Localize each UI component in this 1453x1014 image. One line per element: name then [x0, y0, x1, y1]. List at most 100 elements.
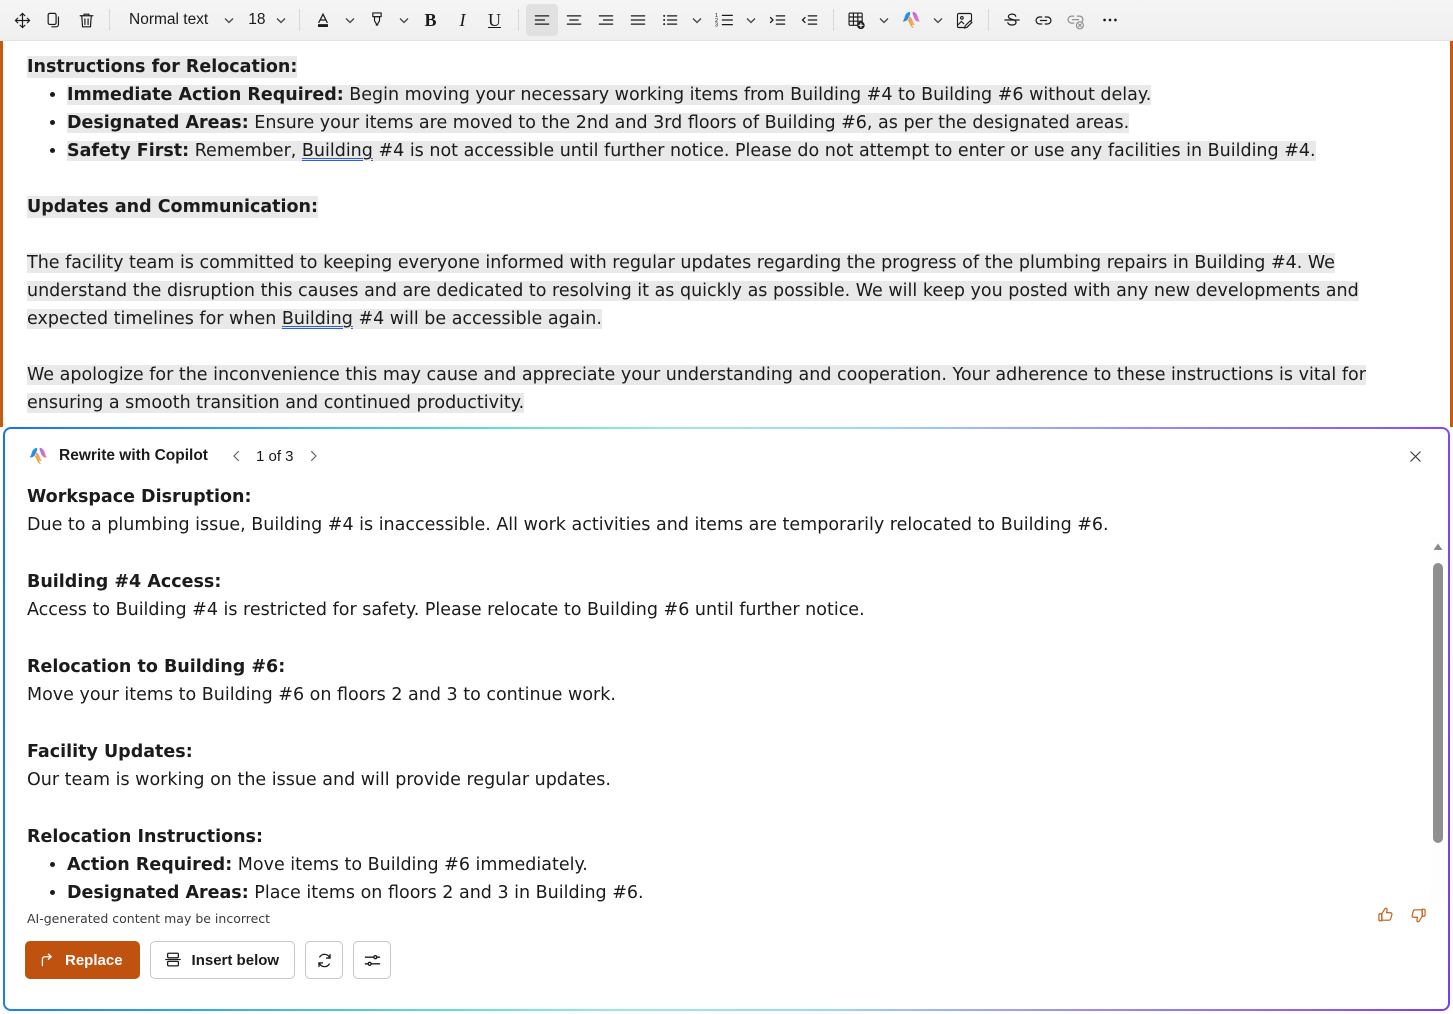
- paragraph-text-a: The facility team is committed to keepin…: [27, 253, 1359, 329]
- spellcheck-word[interactable]: Building: [302, 141, 373, 161]
- paragraph-style-dropdown[interactable]: Normal text: [117, 4, 218, 36]
- chevron-down-icon[interactable]: [686, 4, 708, 36]
- toolbar-divider: [298, 9, 300, 31]
- document-heading-updates: Updates and Communication:: [27, 193, 1426, 221]
- toolbar-divider: [987, 9, 989, 31]
- copilot-scrollbar[interactable]: [1430, 537, 1446, 903]
- document-canvas[interactable]: Instructions for Relocation: Immediate A…: [0, 41, 1453, 427]
- copilot-panel-header: Rewrite with Copilot 1 of 3: [5, 429, 1448, 483]
- insert-below-icon: [164, 951, 182, 969]
- thumbs-up-icon[interactable]: [1376, 905, 1396, 925]
- bullet-text: Move items to Building #6 immediately.: [232, 855, 588, 875]
- more-options-icon[interactable]: [1094, 4, 1126, 36]
- bullet-text: Ensure your items are moved to the 2nd a…: [248, 113, 1130, 133]
- numbered-list-icon[interactable]: 1 2 3: [708, 4, 740, 36]
- decrease-indent-icon[interactable]: [794, 4, 826, 36]
- toolbar-divider: [109, 9, 110, 31]
- chevron-right-icon[interactable]: [300, 443, 326, 469]
- bullet-text: Place items on floors 2 and 3 in Buildin…: [248, 883, 644, 903]
- highlighter-icon[interactable]: [361, 4, 393, 36]
- document-paragraph-apology: We apologize for the inconvenience this …: [27, 361, 1426, 417]
- align-center-icon[interactable]: [558, 4, 590, 36]
- feedback-controls: [1376, 905, 1428, 925]
- paragraph-style-label: Normal text: [129, 11, 209, 28]
- trash-icon[interactable]: [70, 4, 102, 36]
- suggestion-body-text: Due to a plumbing issue, Building #4 is …: [27, 515, 1109, 535]
- copy-icon[interactable]: [38, 4, 70, 36]
- chevron-down-icon[interactable]: [927, 4, 949, 36]
- copilot-panel-title: Rewrite with Copilot: [59, 447, 208, 464]
- suggestion-body-text: Move your items to Building #6 on floors…: [27, 685, 616, 705]
- close-icon[interactable]: [1400, 441, 1430, 471]
- align-right-icon[interactable]: [590, 4, 622, 36]
- insert-picture-icon[interactable]: [949, 4, 981, 36]
- underline-button[interactable]: U: [479, 4, 511, 36]
- list-item: Immediate Action Required: Begin moving …: [67, 81, 1426, 109]
- font-size-dropdown[interactable]: 18: [240, 4, 269, 36]
- remove-link-icon[interactable]: [1060, 4, 1092, 36]
- list-item: Safety First: Remember, Building #4 is n…: [67, 137, 1426, 165]
- underline-label: U: [488, 9, 501, 30]
- scrollbar-thumb[interactable]: [1433, 563, 1443, 843]
- chevron-down-icon[interactable]: [218, 4, 240, 36]
- italic-button[interactable]: I: [447, 4, 479, 36]
- copilot-icon: [27, 445, 49, 467]
- document-paragraph-updates: The facility team is committed to keepin…: [27, 249, 1426, 333]
- italic-label: I: [459, 9, 466, 30]
- bold-button[interactable]: B: [415, 4, 447, 36]
- document-heading-instructions: Instructions for Relocation:: [27, 53, 1426, 81]
- replace-label: Replace: [65, 951, 123, 969]
- suggestion-body-text: Access to Building #4 is restricted for …: [27, 600, 865, 620]
- copilot-suggestion-body: Workspace Disruption: Due to a plumbing …: [5, 483, 1448, 903]
- chevron-down-icon[interactable]: [873, 4, 895, 36]
- increase-indent-icon[interactable]: [762, 4, 794, 36]
- rewrite-with-copilot-panel: Rewrite with Copilot 1 of 3 Workspace Di…: [3, 427, 1450, 1011]
- suggestion-heading: Relocation to Building #6:: [27, 657, 286, 677]
- insert-link-icon[interactable]: [1028, 4, 1060, 36]
- scrollbar-track[interactable]: [1430, 557, 1446, 903]
- scroll-up-arrow-icon[interactable]: [1430, 537, 1446, 557]
- bullet-label: Designated Areas:: [67, 113, 249, 133]
- bullet-label: Action Required:: [67, 855, 233, 875]
- bulleted-list-icon[interactable]: [654, 4, 686, 36]
- paragraph-text-b: #4 will be accessible again.: [352, 309, 602, 329]
- strikethrough-icon[interactable]: [996, 4, 1028, 36]
- bullet-label: Immediate Action Required:: [67, 85, 344, 105]
- insert-table-icon[interactable]: [841, 4, 873, 36]
- suggestion-heading: Building #4 Access:: [27, 572, 222, 592]
- replace-arrow-icon: [39, 952, 56, 969]
- suggestion-pager: 1 of 3: [224, 443, 326, 469]
- suggestion-bullet-list: Action Required: Move items to Building …: [27, 851, 1385, 903]
- font-color-icon[interactable]: [307, 4, 339, 36]
- bold-label: B: [424, 9, 437, 30]
- move-handle-icon[interactable]: [6, 4, 38, 36]
- copilot-icon[interactable]: [895, 4, 927, 36]
- suggestion-heading: Relocation Instructions:: [27, 827, 263, 847]
- replace-button[interactable]: Replace: [25, 941, 140, 979]
- align-justify-icon[interactable]: [622, 4, 654, 36]
- list-item: Action Required: Move items to Building …: [67, 851, 1385, 879]
- chevron-left-icon[interactable]: [224, 443, 250, 469]
- regenerate-icon[interactable]: [305, 941, 344, 979]
- insert-below-button[interactable]: Insert below: [149, 941, 296, 979]
- document-body: Instructions for Relocation: Immediate A…: [3, 41, 1450, 417]
- spellcheck-word[interactable]: Building: [282, 309, 353, 329]
- thumbs-down-icon[interactable]: [1408, 905, 1428, 925]
- chevron-down-icon[interactable]: [393, 4, 415, 36]
- chevron-down-icon[interactable]: [339, 4, 361, 36]
- list-item: Designated Areas: Place items on floors …: [67, 879, 1385, 903]
- align-left-icon[interactable]: [525, 4, 558, 36]
- svg-text:3: 3: [714, 23, 717, 29]
- tune-sliders-icon[interactable]: [353, 941, 392, 979]
- insert-below-label: Insert below: [191, 951, 280, 969]
- chevron-down-icon[interactable]: [740, 4, 762, 36]
- suggestion-body-text: Our team is working on the issue and wil…: [27, 770, 611, 790]
- chevron-down-icon[interactable]: [270, 4, 292, 36]
- paragraph-text: We apologize for the inconvenience this …: [27, 365, 1366, 413]
